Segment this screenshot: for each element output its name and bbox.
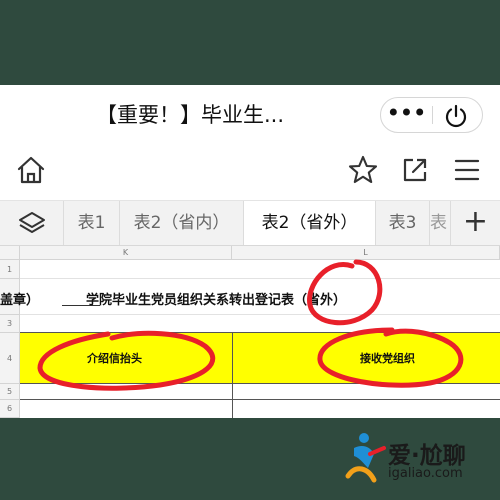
corner-cell <box>0 246 20 260</box>
grid-line <box>232 333 233 418</box>
row-number-6[interactable]: 6 <box>0 400 20 418</box>
grid-line <box>20 399 500 400</box>
layers-icon <box>19 212 45 233</box>
star-icon[interactable] <box>346 153 380 187</box>
row-number-5[interactable]: 5 <box>0 384 20 400</box>
app-screen: 【重要！】毕业生... ••• 表1 表2（省内） 表2（省外） 表3 表 + … <box>0 85 500 418</box>
column-header-l[interactable]: L <box>232 246 500 260</box>
share-icon[interactable] <box>398 153 432 187</box>
tab-sheet1[interactable]: 表1 <box>64 201 120 245</box>
watermark-url: igaliao.com <box>388 466 463 481</box>
mini-program-capsule: ••• <box>380 97 483 133</box>
row-number-3[interactable]: 3 <box>0 315 20 333</box>
sheet-tabs: 表1 表2（省内） 表2（省外） 表3 表 + <box>0 200 500 246</box>
power-icon[interactable] <box>443 103 469 129</box>
grid-line <box>20 278 500 279</box>
header-cell-receiving-party[interactable]: 接收党组织 <box>360 350 415 366</box>
watermark-text: 爱·尬聊 <box>388 443 466 469</box>
home-icon[interactable] <box>14 153 48 187</box>
spreadsheet: K L 1 2 3 4 5 6 <box>0 246 500 418</box>
tab-sheet-next[interactable]: 表 <box>430 201 450 245</box>
capsule-divider <box>432 106 433 124</box>
tab-sheet2-in-province[interactable]: 表2（省内） <box>120 201 244 245</box>
title-bar: 【重要！】毕业生... ••• <box>0 85 500 143</box>
add-sheet-button[interactable]: + <box>450 201 500 245</box>
grid-line <box>20 383 500 384</box>
row-number-1[interactable]: 1 <box>0 260 20 279</box>
column-header-k[interactable]: K <box>20 246 232 260</box>
tab-sheet2-out-province[interactable]: 表2（省外） <box>244 201 376 245</box>
sheet-title[interactable]: 学院毕业生党员组织关系转出登记表（省外） <box>86 289 346 308</box>
row-number-4[interactable]: 4 <box>0 333 20 384</box>
stamp-fragment[interactable]: 盖章） <box>0 289 39 308</box>
more-icon[interactable]: ••• <box>381 98 431 132</box>
sheet-list-button[interactable] <box>0 201 64 245</box>
tab-sheet3[interactable]: 表3 <box>376 201 430 245</box>
page-title: 【重要！】毕业生... <box>95 103 285 127</box>
menu-icon[interactable] <box>450 153 484 187</box>
grid-line <box>20 332 500 333</box>
toolbar <box>0 143 500 195</box>
header-cell-letter-heading[interactable]: 介绍信抬头 <box>87 350 142 366</box>
grid-line <box>20 314 500 315</box>
